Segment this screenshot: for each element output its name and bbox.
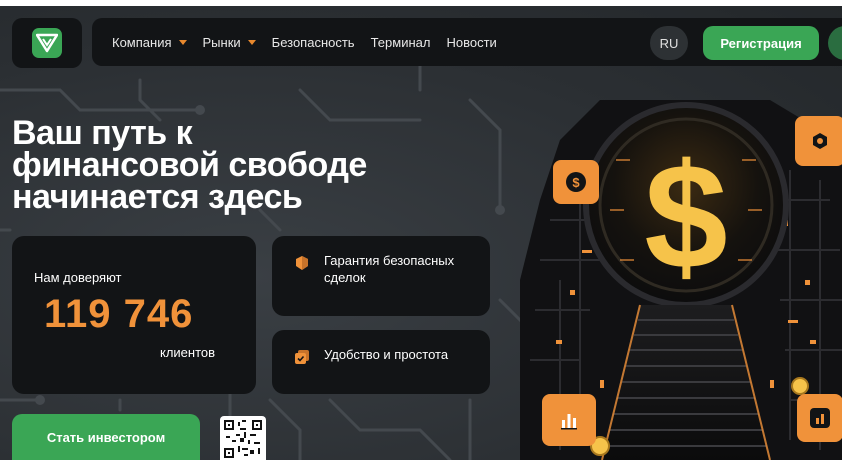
nav-item-security[interactable]: Безопасность [272,35,355,50]
top-strip [0,0,842,6]
nav-item-markets[interactable]: Рынки [203,35,256,50]
shield-icon [296,256,308,270]
analytics-tile [797,394,842,442]
nav-links: Компания Рынки Безопасность Терминал Нов… [112,18,497,66]
nav-item-company[interactable]: Компания [112,35,187,50]
client-unit: клиентов [160,345,216,360]
nav-item-label: Новости [446,34,497,50]
become-investor-button[interactable]: Стать инвестором [12,414,200,460]
qr-code [220,416,266,460]
hero-title-line: Ваш путь к [12,114,193,152]
language-switcher[interactable]: RU [650,26,688,60]
chevron-down-icon [178,39,187,45]
feature-card-security: Гарантия безопасных сделок [272,236,490,316]
nav-item-label: Терминал [370,34,431,50]
hexagon-icon [813,133,827,149]
hero-illustration: $ $ [520,80,842,460]
hero-title: Ваш путь к финансовой свободе начинается… [12,114,532,216]
logo-icon [32,28,62,58]
chevron-down-icon [247,39,256,45]
feature-text: Гарантия безопасных сделок [324,253,455,285]
trust-counter-card: Нам доверяют 119 746 клиентов [12,236,256,394]
nav-item-news[interactable]: Новости [446,35,496,50]
main-navigation: Компания Рынки Безопасность Терминал Нов… [92,18,842,66]
feature-card-convenience: Удобство и простота [272,330,490,394]
nav-item-terminal[interactable]: Терминал [371,35,431,50]
check-badge-icon [295,350,309,364]
nav-item-label: Безопасность [271,34,355,50]
bar-chart-icon [561,414,577,430]
qr-code-icon [224,420,262,458]
analytics-icon [810,408,830,428]
nav-item-label: Компания [112,34,172,50]
hexagon-tile [795,116,842,166]
dollar-sign-graphic: $ [644,132,727,300]
hero-title-line: финансовой свободе [12,146,367,184]
chart-tile [542,394,596,446]
logo[interactable] [12,18,82,68]
hero-title-line: начинается здесь [12,178,303,216]
login-button[interactable] [828,26,842,60]
dollar-icon: $ [566,172,586,192]
dollar-tile: $ [553,160,599,204]
nav-item-label: Рынки [202,34,241,50]
client-count: 119 746 [44,292,194,336]
feature-text: Удобство и простота [324,347,449,362]
trust-label: Нам доверяют [34,270,122,285]
register-button[interactable]: Регистрация [703,26,819,60]
